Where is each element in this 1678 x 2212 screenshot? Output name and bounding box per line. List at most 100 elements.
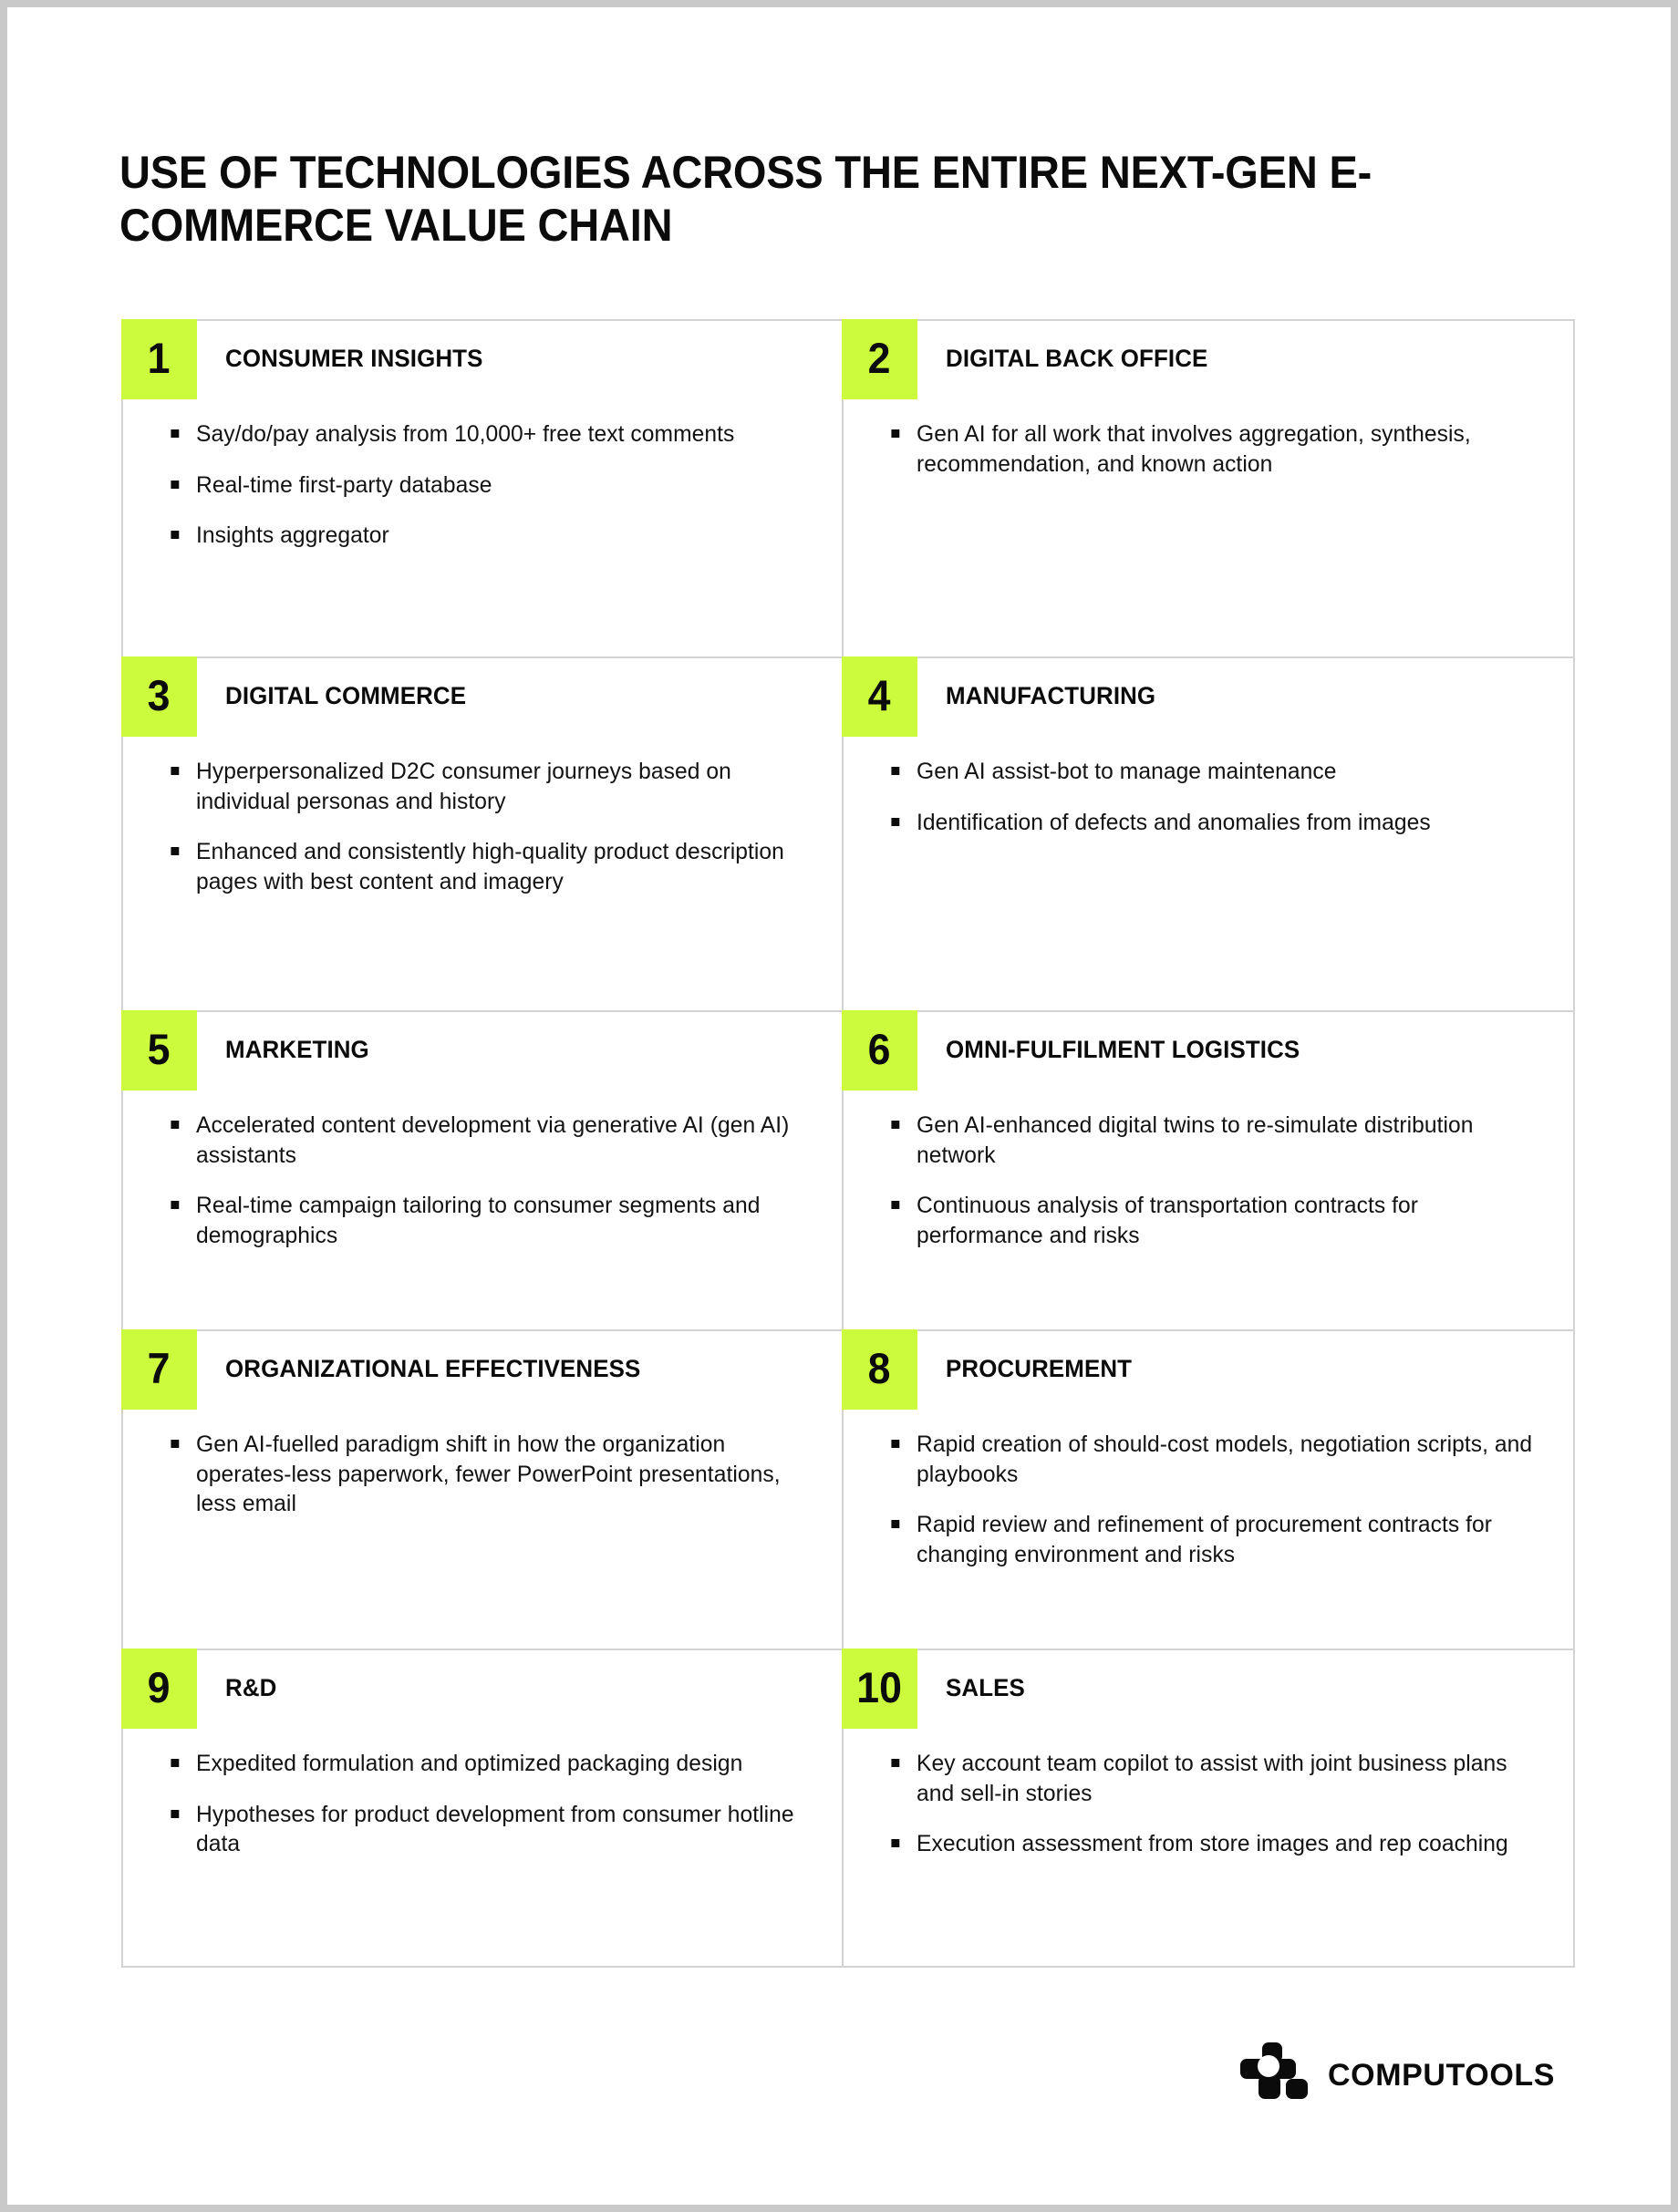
list-item: Say/do/pay analysis from 10,000+ free te…	[171, 419, 805, 450]
cell-header: 6 OMNI-FULFILMENT LOGISTICS	[842, 1010, 1573, 1111]
list-item-text: Rapid creation of should-cost models, ne…	[917, 1432, 1533, 1487]
cell-header: 4 MANUFACTURING	[842, 656, 1573, 757]
list-item-text: Real-time first-party database	[196, 471, 492, 498]
list-item-text: Hyperpersonalized D2C consumer journeys …	[196, 759, 731, 814]
cell-number-badge: 10	[842, 1649, 917, 1729]
cell-bullet-list: Gen AI-enhanced digital twins to re-simu…	[844, 1111, 1573, 1250]
square-bullet-icon	[891, 429, 900, 438]
square-bullet-icon	[891, 817, 900, 826]
cell-title: CONSUMER INSIGHTS	[225, 345, 483, 372]
list-item: Gen AI for all work that involves aggreg…	[891, 419, 1537, 479]
cell-title: OMNI-FULFILMENT LOGISTICS	[946, 1036, 1300, 1063]
cell-header: 10 SALES	[842, 1649, 1573, 1749]
list-item: Hypotheses for product development from …	[171, 1800, 805, 1859]
cell-title: SALES	[946, 1674, 1025, 1701]
cell-bullet-list: Expedited formulation and optimized pack…	[123, 1749, 842, 1859]
cell-number: 5	[148, 1024, 171, 1073]
list-item: Rapid creation of should-cost models, ne…	[891, 1430, 1537, 1489]
cell-header: 1 CONSUMER INSIGHTS	[121, 319, 842, 419]
square-bullet-icon	[171, 1759, 180, 1767]
list-item-text: Gen AI assist-bot to manage maintenance	[917, 759, 1337, 784]
cell-header: 2 DIGITAL BACK OFFICE	[842, 319, 1573, 419]
cell-bullet-list: Key account team copilot to assist with …	[844, 1749, 1573, 1859]
cell-number: 1	[148, 333, 171, 382]
list-item-text: Enhanced and consistently high-quality p…	[196, 839, 784, 894]
list-item: Real-time first-party database	[171, 470, 805, 501]
cell-title: MANUFACTURING	[946, 682, 1156, 709]
cell-number: 4	[868, 670, 891, 719]
list-item-text: Expedited formulation and optimized pack…	[196, 1751, 743, 1776]
list-item-text: Gen AI-enhanced digital twins to re-simu…	[917, 1112, 1474, 1168]
list-item-text: Identification of defects and anomalies …	[917, 809, 1431, 835]
list-item-text: Rapid review and refinement of procureme…	[917, 1512, 1493, 1567]
list-item: Rapid review and refinement of procureme…	[891, 1510, 1537, 1569]
square-bullet-icon	[171, 1201, 180, 1209]
cell-header: 7 ORGANIZATIONAL EFFECTIVENESS	[121, 1329, 842, 1430]
list-item: Continuous analysis of transportation co…	[891, 1191, 1537, 1250]
list-item-text: Gen AI for all work that involves aggreg…	[917, 421, 1471, 477]
square-bullet-icon	[171, 429, 180, 438]
square-bullet-icon	[891, 1759, 900, 1767]
cell-number-badge: 6	[842, 1010, 917, 1090]
list-item-text: Hypotheses for product development from …	[196, 1801, 794, 1857]
cell-number: 10	[856, 1662, 903, 1711]
value-chain-cell: 1 CONSUMER INSIGHTS Say/do/pay analysis …	[121, 319, 844, 658]
footer-branding: COMPUTOOLS	[1240, 2042, 1555, 2108]
value-chain-cell: 2 DIGITAL BACK OFFICE Gen AI for all wor…	[842, 319, 1575, 658]
cell-number-badge: 5	[121, 1010, 197, 1090]
value-chain-grid: 1 CONSUMER INSIGHTS Say/do/pay analysis …	[121, 319, 1575, 1968]
page-title: USE OF TECHNOLOGIES ACROSS THE ENTIRE NE…	[119, 146, 1372, 251]
square-bullet-icon	[171, 1809, 180, 1818]
value-chain-cell: 5 MARKETING Accelerated content developm…	[121, 1010, 844, 1331]
square-bullet-icon	[891, 1440, 900, 1448]
list-item-text: Execution assessment from store images a…	[917, 1831, 1508, 1856]
cell-title: R&D	[225, 1674, 277, 1701]
cell-title: DIGITAL BACK OFFICE	[946, 345, 1208, 372]
list-item-text: Real-time campaign tailoring to consumer…	[196, 1193, 761, 1248]
cell-number-badge: 4	[842, 656, 917, 737]
square-bullet-icon	[171, 767, 180, 775]
cell-number: 6	[868, 1024, 891, 1073]
cell-number-badge: 1	[121, 319, 197, 399]
page-canvas: USE OF TECHNOLOGIES ACROSS THE ENTIRE NE…	[7, 7, 1671, 2205]
cell-number-badge: 3	[121, 656, 197, 737]
square-bullet-icon	[171, 1440, 180, 1448]
list-item-text: Say/do/pay analysis from 10,000+ free te…	[196, 421, 735, 447]
list-item: Real-time campaign tailoring to consumer…	[171, 1191, 805, 1250]
cell-bullet-list: Hyperpersonalized D2C consumer journeys …	[123, 757, 842, 896]
list-item: Hyperpersonalized D2C consumer journeys …	[171, 757, 805, 816]
square-bullet-icon	[891, 767, 900, 775]
list-item-text: Gen AI-fuelled paradigm shift in how the…	[196, 1432, 781, 1516]
square-bullet-icon	[171, 847, 180, 855]
cell-bullet-list: Say/do/pay analysis from 10,000+ free te…	[123, 419, 842, 551]
cell-bullet-list: Gen AI for all work that involves aggreg…	[844, 419, 1573, 479]
list-item: Gen AI assist-bot to manage maintenance	[891, 757, 1537, 787]
list-item: Key account team copilot to assist with …	[891, 1749, 1537, 1808]
list-item-text: Accelerated content development via gene…	[196, 1112, 790, 1168]
cell-number: 2	[868, 333, 891, 382]
cell-bullet-list: Gen AI assist-bot to manage maintenance …	[844, 757, 1573, 837]
value-chain-cell: 4 MANUFACTURING Gen AI assist-bot to man…	[842, 656, 1575, 1012]
cell-title: MARKETING	[225, 1036, 369, 1063]
cell-title: PROCUREMENT	[946, 1355, 1133, 1382]
value-chain-cell: 9 R&D Expedited formulation and optimize…	[121, 1649, 844, 1968]
cell-bullet-list: Rapid creation of should-cost models, ne…	[844, 1430, 1573, 1569]
list-item: Gen AI-fuelled paradigm shift in how the…	[171, 1430, 805, 1519]
value-chain-cell: 7 ORGANIZATIONAL EFFECTIVENESS Gen AI-fu…	[121, 1329, 844, 1650]
square-bullet-icon	[891, 1839, 900, 1847]
square-bullet-icon	[171, 531, 180, 539]
square-bullet-icon	[171, 1121, 180, 1129]
cell-number: 8	[868, 1343, 891, 1392]
cell-header: 5 MARKETING	[121, 1010, 842, 1111]
cell-bullet-list: Accelerated content development via gene…	[123, 1111, 842, 1250]
square-bullet-icon	[171, 480, 180, 489]
cell-title: DIGITAL COMMERCE	[225, 682, 467, 709]
cell-header: 3 DIGITAL COMMERCE	[121, 656, 842, 757]
list-item: Execution assessment from store images a…	[891, 1829, 1537, 1859]
cell-number-badge: 2	[842, 319, 917, 399]
value-chain-cell: 8 PROCUREMENT Rapid creation of should-c…	[842, 1329, 1575, 1650]
brand-name: COMPUTOOLS	[1328, 2057, 1556, 2093]
list-item: Insights aggregator	[171, 521, 805, 551]
value-chain-cell: 6 OMNI-FULFILMENT LOGISTICS Gen AI-enhan…	[842, 1010, 1575, 1331]
cell-bullet-list: Gen AI-fuelled paradigm shift in how the…	[123, 1430, 842, 1519]
